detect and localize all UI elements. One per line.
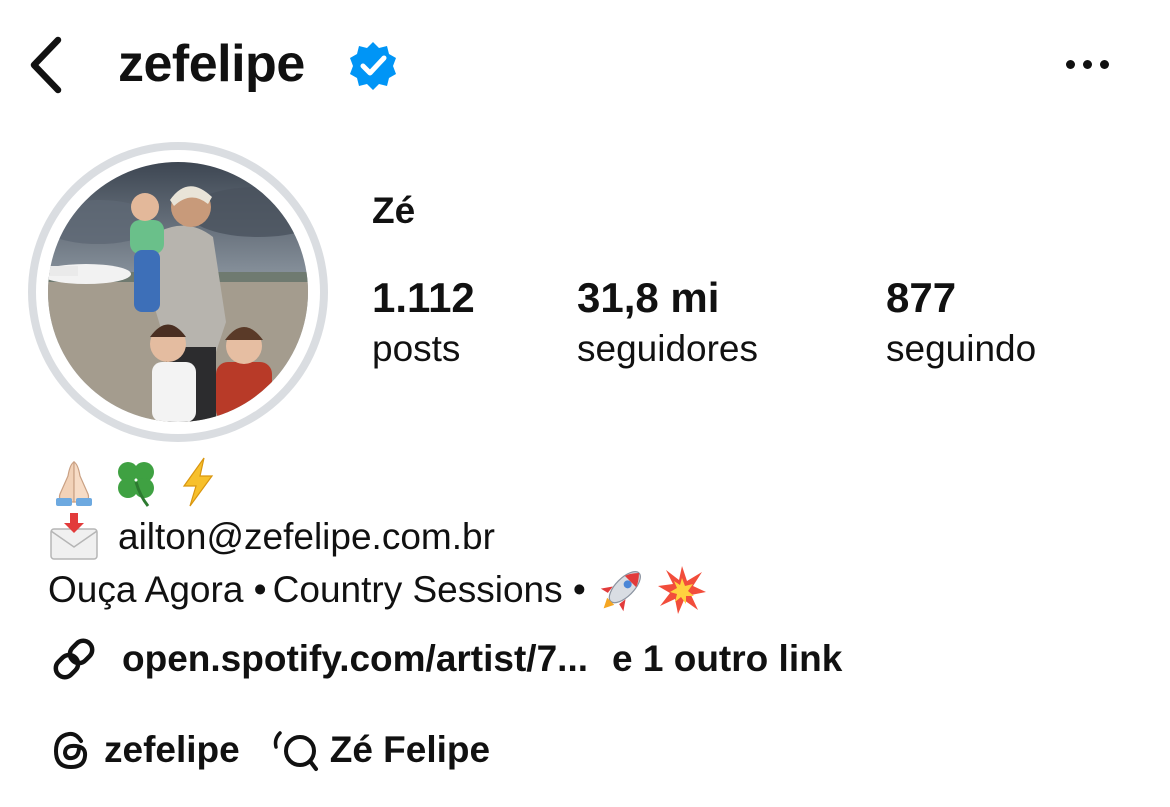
broadcast-channel-chip[interactable]: Zé Felipe — [272, 727, 490, 773]
bio-email-line: ailton@zefelipe.com.br — [48, 511, 495, 563]
stat-followers-label: seguidores — [577, 328, 759, 369]
bio-text-a: Ouça Agora • — [48, 569, 267, 610]
threads-chip[interactable]: zefelipe — [48, 727, 240, 773]
stat-posts-label: posts — [372, 328, 461, 369]
stat-posts[interactable]: 1.112 posts — [372, 272, 475, 374]
avatar — [48, 162, 308, 422]
rocket-emoji — [596, 564, 648, 616]
stat-followers[interactable]: 31,8 mi seguidores — [577, 272, 758, 374]
external-link-more[interactable]: e 1 outro link — [612, 638, 842, 680]
external-link-primary[interactable]: open.spotify.com/artist/7... — [122, 638, 588, 680]
collision-emoji — [656, 564, 708, 616]
stat-following-value: 877 — [886, 274, 957, 321]
bio-email[interactable]: ailton@zefelipe.com.br — [118, 511, 495, 563]
stat-following-label: seguindo — [886, 328, 1037, 369]
broadcast-channel-icon — [273, 731, 318, 771]
threads-icon — [53, 731, 88, 770]
stat-posts-value: 1.112 — [372, 274, 475, 321]
back-button[interactable] — [22, 32, 70, 98]
bio-text-b: Country Sessions • — [272, 569, 586, 610]
profile-badges-row: zefelipe Zé Felipe — [48, 722, 490, 778]
stat-following[interactable]: 877 seguindo — [886, 272, 1036, 374]
four-leaf-clover-emoji — [110, 456, 162, 508]
external-links-row: open.spotify.com/artist/7... e 1 outro l… — [48, 630, 842, 688]
bio-emoji-line — [48, 456, 224, 508]
lightning-emoji — [172, 456, 224, 508]
display-name: Zé — [372, 190, 416, 231]
stat-followers-value: 31,8 mi — [577, 274, 720, 321]
profile-avatar-ring[interactable] — [28, 142, 328, 442]
more-horizontal-icon — [1065, 59, 1075, 69]
profile-username: zefelipe — [118, 35, 305, 93]
verified-badge-icon — [350, 42, 396, 90]
chevron-left-icon — [30, 36, 62, 94]
bio-text-line: Ouça Agora • Country Sessions • — [48, 564, 708, 616]
threads-handle: zefelipe — [104, 729, 240, 770]
link-icon — [53, 638, 95, 680]
envelope-with-arrow-emoji — [48, 511, 100, 563]
praying-hands-emoji — [48, 456, 100, 508]
more-options-button[interactable] — [1052, 44, 1122, 84]
broadcast-channel-name: Zé Felipe — [329, 729, 491, 770]
